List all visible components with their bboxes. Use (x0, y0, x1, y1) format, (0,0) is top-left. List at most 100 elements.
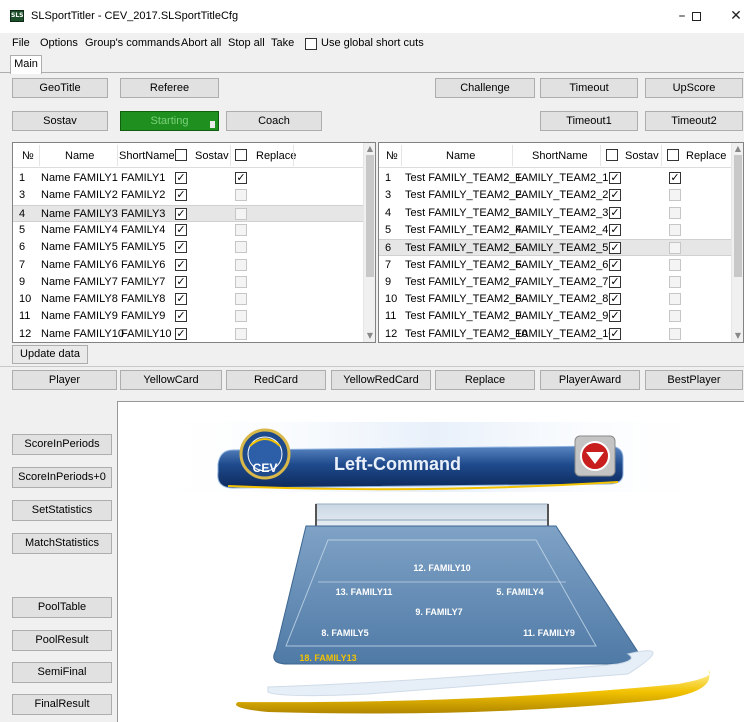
table-row[interactable]: 6 Name FAMILY5 FAMILY5 ✓ (13, 239, 363, 256)
scoreinperiods0-button[interactable]: ScoreInPeriods+0 (12, 467, 112, 488)
replace-checkbox[interactable] (235, 310, 247, 323)
coach-button[interactable]: Coach (226, 111, 322, 131)
right-team-grid[interactable]: № Name ShortName Sostav Replace 1 Test FA… (378, 142, 744, 343)
replace-checkbox[interactable] (669, 206, 681, 219)
referee-button[interactable]: Referee (120, 78, 219, 98)
upscore-button[interactable]: UpScore (645, 78, 743, 98)
header-num[interactable]: № (22, 150, 34, 162)
menu-options[interactable]: Options (40, 37, 78, 49)
table-row[interactable]: 1 Name FAMILY1 FAMILY1 ✓ ✓ (13, 170, 363, 187)
header-replace[interactable]: Replace (686, 150, 726, 162)
sostav-checkbox[interactable]: ✓ (609, 310, 621, 323)
table-row[interactable]: 4 Test FAMILY_TEAM2_3 FAMILY_TEAM2_3 ✓ (379, 205, 731, 222)
timeout2-button[interactable]: Timeout2 (645, 111, 743, 131)
redcard-button[interactable]: RedCard (226, 370, 326, 390)
header-shortname[interactable]: ShortName (119, 150, 175, 162)
sostav-checkbox[interactable]: ✓ (609, 242, 621, 255)
replace-checkbox[interactable] (235, 275, 247, 288)
table-row[interactable]: 6 Test FAMILY_TEAM2_5 FAMILY_TEAM2_5 ✓ (379, 239, 731, 257)
replace-checkbox[interactable] (669, 242, 681, 255)
replace-checkbox[interactable] (669, 275, 681, 288)
header-shortname[interactable]: ShortName (532, 150, 588, 162)
menu-stop-all[interactable]: Stop all (228, 37, 265, 49)
scroll-thumb[interactable] (734, 155, 742, 277)
table-row[interactable]: 3 Name FAMILY2 FAMILY2 ✓ (13, 187, 363, 204)
pooltable-button[interactable]: PoolTable (12, 597, 112, 618)
scroll-down-icon[interactable]: ▼ (364, 330, 375, 342)
header-sostav[interactable]: Sostav (625, 150, 659, 162)
scroll-down-icon[interactable]: ▼ (732, 330, 743, 342)
use-global-shortcuts-label[interactable]: Use global short cuts (321, 37, 424, 49)
table-row[interactable]: 10 Name FAMILY8 FAMILY8 ✓ (13, 291, 363, 308)
sostav-checkbox[interactable]: ✓ (175, 293, 187, 306)
challenge-button[interactable]: Challenge (435, 78, 535, 98)
sostav-checkbox[interactable]: ✓ (175, 258, 187, 271)
player-button[interactable]: Player (12, 370, 117, 390)
maximize-icon[interactable] (685, 0, 707, 33)
tab-main[interactable]: Main (10, 55, 42, 74)
menu-groups-commands[interactable]: Group's commands (85, 37, 180, 49)
table-row[interactable]: 12 Name FAMILY10 FAMILY10 ✓ (13, 326, 363, 342)
sostav-checkbox[interactable]: ✓ (609, 223, 621, 236)
table-row[interactable]: 4 Name FAMILY3 FAMILY3 ✓ (13, 204, 363, 222)
table-row[interactable]: 9 Test FAMILY_TEAM2_7 FAMILY_TEAM2_7 ✓ (379, 274, 731, 291)
header-num[interactable]: № (386, 150, 398, 162)
playeraward-button[interactable]: PlayerAward (540, 370, 640, 390)
close-icon[interactable]: ✕ (715, 0, 744, 33)
sostav-checkbox[interactable]: ✓ (609, 172, 621, 184)
replace-checkbox[interactable] (235, 293, 247, 306)
table-row[interactable]: 12 Test FAMILY_TEAM2_10 FAMILY_TEAM2_10 ✓ (379, 326, 731, 342)
right-grid-scrollbar[interactable]: ▲ ▼ (731, 143, 743, 342)
sostav-checkbox[interactable]: ✓ (175, 241, 187, 254)
sostav-checkbox[interactable]: ✓ (175, 189, 187, 202)
sostav-checkbox[interactable]: ✓ (175, 275, 187, 288)
replace-checkbox[interactable] (235, 223, 247, 236)
replace-checkbox[interactable] (235, 327, 247, 340)
table-row[interactable]: 9 Name FAMILY7 FAMILY7 ✓ (13, 274, 363, 291)
update-data-button[interactable]: Update data (12, 345, 88, 364)
starting-button[interactable]: Starting (120, 111, 219, 131)
sostav-checkbox[interactable]: ✓ (175, 310, 187, 323)
table-row[interactable]: 5 Name FAMILY4 FAMILY4 ✓ (13, 222, 363, 239)
timeout-button[interactable]: Timeout (540, 78, 638, 98)
scroll-up-icon[interactable]: ▲ (732, 143, 743, 155)
table-row[interactable]: 11 Test FAMILY_TEAM2_9 FAMILY_TEAM2_9 ✓ (379, 308, 731, 325)
table-row[interactable]: 10 Test FAMILY_TEAM2_8 FAMILY_TEAM2_8 ✓ (379, 291, 731, 308)
yellowcard-button[interactable]: YellowCard (120, 370, 222, 390)
scoreinperiods-button[interactable]: ScoreInPeriods (12, 434, 112, 455)
replace-checkbox[interactable] (669, 189, 681, 202)
sostav-checkbox[interactable]: ✓ (609, 206, 621, 219)
sostav-checkbox[interactable]: ✓ (609, 275, 621, 288)
header-name[interactable]: Name (446, 150, 475, 162)
replace-checkbox[interactable]: ✓ (235, 172, 247, 184)
replace-checkbox[interactable] (669, 293, 681, 306)
sostav-checkbox[interactable]: ✓ (175, 223, 187, 236)
table-row[interactable]: 7 Test FAMILY_TEAM2_6 FAMILY_TEAM2_6 ✓ (379, 257, 731, 274)
replace-checkbox[interactable] (669, 327, 681, 340)
replace-checkbox[interactable] (669, 310, 681, 323)
semifinal-button[interactable]: SemiFinal (12, 662, 112, 683)
sostav-checkbox[interactable]: ✓ (609, 258, 621, 271)
table-row[interactable]: 7 Name FAMILY6 FAMILY6 ✓ (13, 257, 363, 274)
sostav-checkbox[interactable]: ✓ (609, 327, 621, 340)
menu-take[interactable]: Take (271, 37, 294, 49)
use-global-shortcuts-checkbox[interactable] (305, 38, 317, 50)
yellowredcard-button[interactable]: YellowRedCard (331, 370, 431, 390)
replace-checkbox[interactable]: ✓ (669, 172, 681, 184)
replace-checkbox[interactable] (669, 223, 681, 236)
sostav-button[interactable]: Sostav (12, 111, 108, 131)
header-sostav-checkbox[interactable] (606, 149, 618, 161)
sostav-checkbox[interactable]: ✓ (609, 189, 621, 202)
sostav-checkbox[interactable]: ✓ (609, 293, 621, 306)
header-sostav-checkbox[interactable] (175, 149, 187, 161)
scroll-thumb[interactable] (366, 155, 374, 277)
header-replace[interactable]: Replace (256, 150, 296, 162)
sostav-checkbox[interactable]: ✓ (175, 327, 187, 340)
replace-checkbox[interactable] (235, 258, 247, 271)
scroll-up-icon[interactable]: ▲ (364, 143, 375, 155)
setstatistics-button[interactable]: SetStatistics (12, 500, 112, 521)
replace-button[interactable]: Replace (435, 370, 535, 390)
timeout1-button[interactable]: Timeout1 (540, 111, 638, 131)
sostav-checkbox[interactable]: ✓ (175, 172, 187, 184)
left-grid-scrollbar[interactable]: ▲ ▼ (363, 143, 375, 342)
